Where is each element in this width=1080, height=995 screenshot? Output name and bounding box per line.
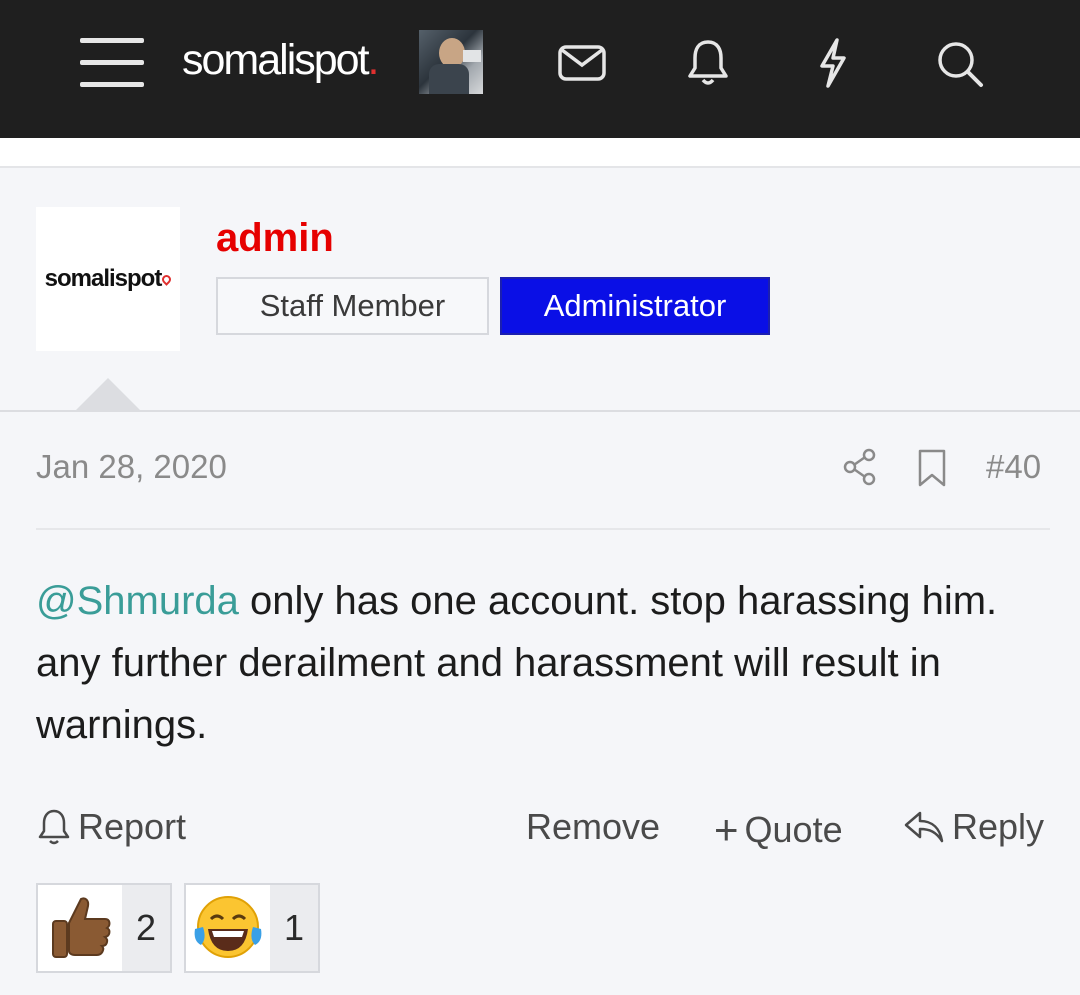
brand-dot: . <box>367 36 380 84</box>
bookmark-icon[interactable] <box>916 448 948 488</box>
reply-arrow-icon <box>904 811 944 843</box>
envelope-icon[interactable] <box>555 36 609 90</box>
bell-icon[interactable] <box>681 36 735 90</box>
post-body: @Shmurda only has one account. stop hara… <box>36 570 1046 756</box>
bell-icon <box>38 809 70 845</box>
laugh-count: 1 <box>284 907 305 948</box>
reply-button[interactable]: Reply <box>902 806 1044 848</box>
laughing-tears-icon <box>186 885 271 971</box>
share-icon[interactable] <box>842 448 878 486</box>
thumbs-up-icon <box>38 885 122 971</box>
administrator-badge: Administrator <box>500 277 770 335</box>
post-author-block: somalispot admin Staff Member Administra… <box>0 170 1080 412</box>
post-date[interactable]: Jan 28, 2020 <box>36 448 227 486</box>
post-actions: Report Remove + Quote Reply <box>36 806 1050 862</box>
header-spacer <box>0 138 1080 168</box>
report-label: Report <box>78 806 187 847</box>
author-avatar[interactable]: somalispot <box>36 207 180 351</box>
user-mention[interactable]: @Shmurda <box>36 579 239 623</box>
reply-label: Reply <box>952 806 1045 847</box>
like-count: 2 <box>136 907 157 948</box>
quote-label: Quote <box>744 809 843 850</box>
reaction-like[interactable]: 2 <box>36 883 173 973</box>
author-username[interactable]: admin <box>216 216 334 261</box>
staff-member-badge: Staff Member <box>216 277 489 335</box>
reactions-bar: 2 1 <box>36 883 332 973</box>
lightning-icon[interactable] <box>806 36 860 90</box>
plus-icon: + <box>714 806 739 853</box>
reaction-laugh[interactable]: 1 <box>184 883 321 973</box>
author-avatar-logo: somalispot <box>44 265 163 292</box>
site-logo[interactable]: somalispot. <box>182 36 380 85</box>
menu-icon[interactable] <box>80 38 144 88</box>
report-button[interactable]: Report <box>36 806 186 848</box>
brand-name: somalispot <box>182 36 370 84</box>
user-avatar[interactable] <box>419 30 483 94</box>
quote-button[interactable]: + Quote <box>714 806 843 854</box>
remove-button[interactable]: Remove <box>526 806 660 848</box>
post-meta-row: Jan 28, 2020 #40 <box>36 442 1050 530</box>
location-pin-icon <box>160 272 174 286</box>
top-navigation-bar: somalispot. <box>0 0 1080 138</box>
search-icon[interactable] <box>932 36 986 90</box>
post-number[interactable]: #40 <box>986 448 1041 486</box>
speech-pointer <box>74 378 142 412</box>
remove-label: Remove <box>526 806 661 847</box>
